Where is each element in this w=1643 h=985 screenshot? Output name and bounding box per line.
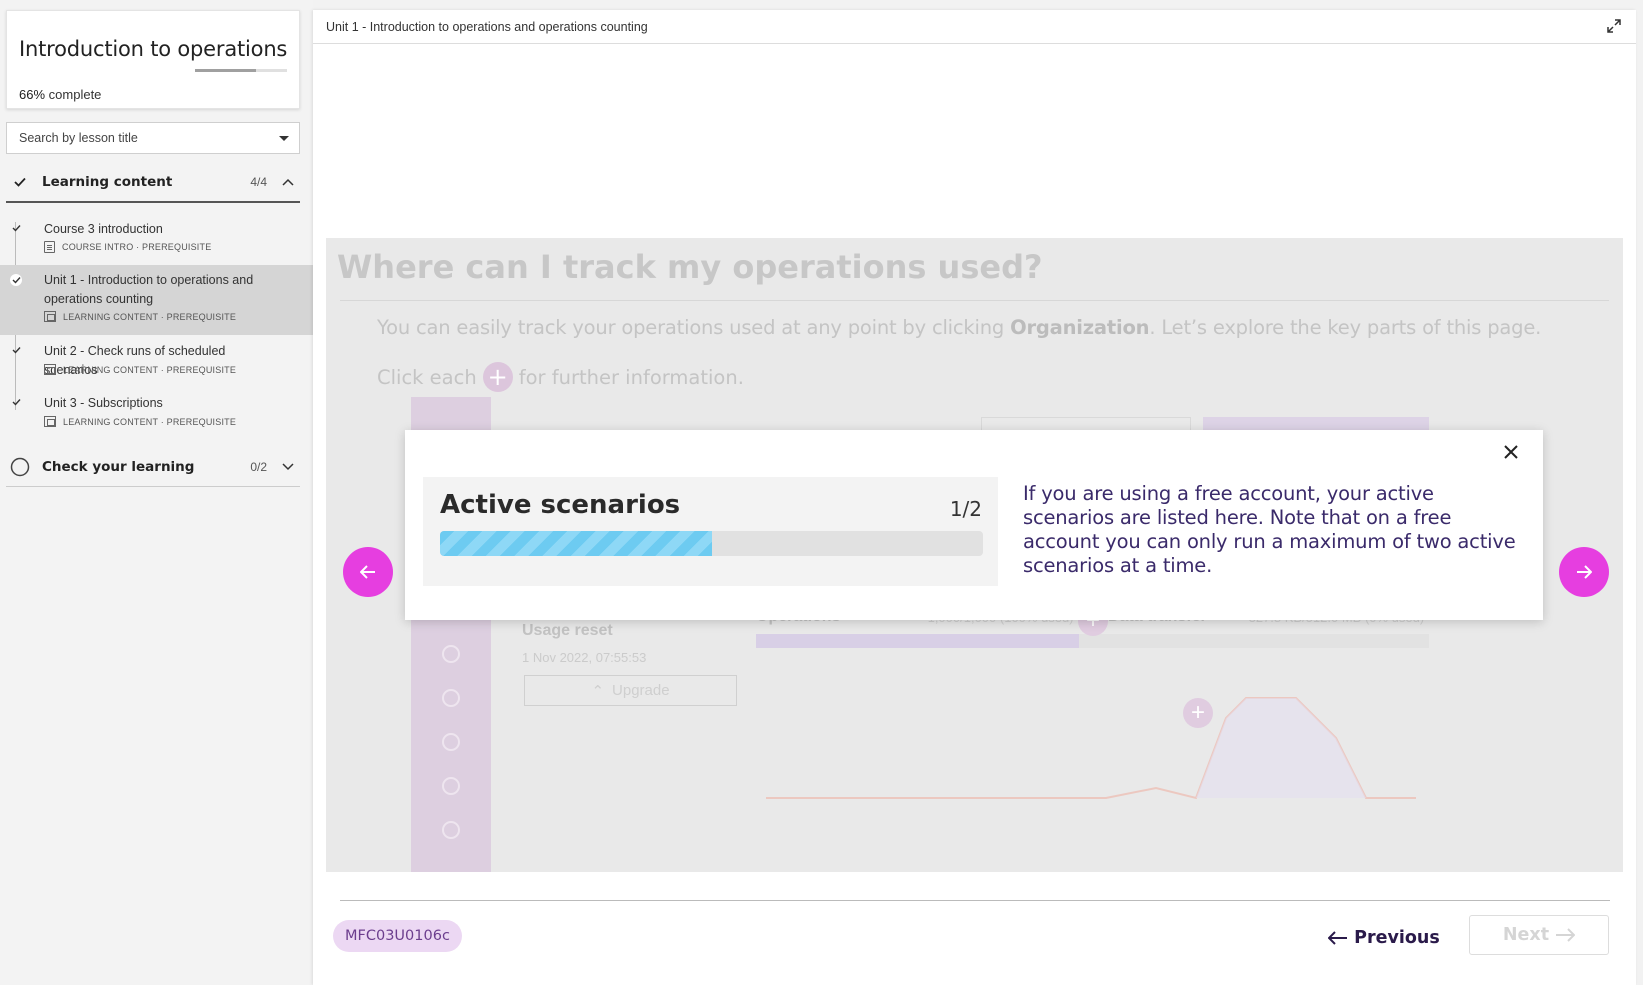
lesson-meta: COURSE INTRO · PREREQUISITE (44, 241, 211, 253)
modal-previous-button[interactable] (343, 547, 393, 597)
usage-reset-label: Usage reset (522, 622, 613, 639)
close-icon[interactable] (1499, 440, 1523, 464)
globe-icon (442, 777, 460, 795)
arrow-left-icon (360, 565, 375, 579)
upgrade-label: Upgrade (612, 682, 670, 699)
arrow-left-icon (1328, 931, 1348, 945)
lesson-item-unit-1[interactable]: Unit 1 - Introduction to operations and … (0, 265, 313, 335)
check-icon (10, 274, 22, 286)
usage-chart (766, 697, 1416, 800)
course-progress-fill (195, 69, 256, 72)
stage-click-after: for further information. (518, 365, 744, 389)
lesson-title: Unit 1 - Introduction to operations and … (44, 273, 254, 306)
caret-down-icon (279, 136, 289, 141)
next-label: Next (1502, 925, 1550, 945)
section-title: Check your learning (42, 458, 195, 475)
modal-body: If you are using a free account, your ac… (1023, 482, 1516, 577)
puzzle-icon (442, 689, 460, 707)
modal-next-button[interactable] (1559, 547, 1609, 597)
lesson-header: Unit 1 - Introduction to operations and … (313, 10, 1636, 44)
course-progress-bar (195, 69, 287, 72)
lesson-title: Course 3 introduction (44, 222, 163, 236)
hotspot-modal: Active scenarios 1/2 If you are using a … (405, 430, 1543, 620)
section-title: Learning content (42, 174, 173, 190)
figure-count: 1/2 (949, 497, 982, 521)
check-icon (10, 222, 22, 234)
link-icon (442, 733, 460, 751)
expand-icon[interactable] (1606, 18, 1622, 34)
lesson-item-course-3-introduction[interactable]: Course 3 introduction COURSE INTRO · PRE… (0, 213, 313, 263)
section-count: 4/4 (250, 175, 267, 189)
lesson-meta-text: LEARNING CONTENT · PREREQUISITE (63, 416, 237, 427)
section-check-your-learning[interactable]: Check your learning 0/2 (6, 447, 300, 487)
operations-bar-fill (756, 634, 1080, 648)
section-count: 0/2 (250, 459, 267, 474)
previous-label: Previous (1354, 928, 1440, 948)
lesson-meta: LEARNING CONTENT · PREREQUISITE (44, 416, 236, 427)
doc-icon (44, 241, 55, 253)
course-card: Introduction to operations 66% complete (6, 10, 300, 109)
stage-intro: You can easily track your operations use… (377, 316, 1541, 339)
upgrade-button: ⌃ Upgrade (524, 675, 737, 706)
chevron-up-icon (282, 176, 294, 188)
lesson-code-badge: MFC03U0106c (333, 920, 462, 952)
active-scenarios-progress-fill (440, 531, 712, 556)
lesson-item-unit-3[interactable]: Unit 3 - Subscriptions LEARNING CONTENT … (0, 387, 313, 437)
lesson-search-dropdown[interactable]: Search by lesson title (6, 122, 300, 154)
lesson-title: Unit 3 - Subscriptions (44, 396, 163, 410)
check-icon (10, 172, 30, 192)
slides-icon (44, 416, 56, 427)
operations-bar (756, 634, 1429, 648)
stage-click-before: Click each (377, 365, 477, 389)
lesson-item-unit-2[interactable]: Unit 2 - Check runs of scheduled scenari… (0, 335, 313, 385)
sidebar: Introduction to operations 66% complete … (0, 0, 313, 985)
stage-heading: Where can I track my operations used? (337, 248, 1043, 286)
stage-divider (340, 300, 1609, 301)
key-icon (442, 821, 460, 839)
lesson-meta: LEARNING CONTENT · PREREQUISITE (44, 311, 236, 322)
check-icon (10, 396, 22, 408)
stage-intro-bold: Organization (1010, 316, 1150, 339)
lesson-meta-text: LEARNING CONTENT · PREREQUISITE (63, 364, 237, 375)
section-learning-content[interactable]: Learning content 4/4 (6, 163, 300, 203)
lesson-meta-text: COURSE INTRO · PREREQUISITE (62, 242, 212, 252)
course-complete-suffix: complete (48, 87, 102, 102)
plus-icon: + (482, 362, 513, 392)
slides-icon (44, 311, 56, 322)
arrow-right-icon (1577, 565, 1592, 579)
next-button[interactable]: Next (1469, 915, 1609, 955)
check-icon (10, 344, 22, 356)
lesson-header-title: Unit 1 - Introduction to operations and … (326, 19, 648, 34)
lesson-search-placeholder: Search by lesson title (19, 131, 138, 145)
course-title: Introduction to operations (19, 37, 288, 61)
arrow-right-icon (1556, 928, 1576, 942)
empty-circle-icon (10, 457, 30, 477)
previous-button[interactable]: Previous (1326, 920, 1442, 956)
course-complete-label: 66% complete (19, 87, 101, 102)
chevron-down-icon (282, 461, 294, 473)
chevron-up-icon: ⌃ (591, 682, 605, 700)
stage-intro-before: You can easily track your operations use… (377, 316, 1011, 339)
active-scenarios-figure: Active scenarios 1/2 (423, 477, 998, 586)
figure-title: Active scenarios (440, 490, 681, 520)
slides-icon (44, 364, 56, 375)
stage-instruction: Click each + for further information. (377, 362, 744, 392)
footer-divider (340, 900, 1610, 901)
lesson-meta: LEARNING CONTENT · PREREQUISITE (44, 364, 236, 375)
stage-intro-after: . Let’s explore the key parts of this pa… (1149, 316, 1542, 339)
lesson-meta-text: LEARNING CONTENT · PREREQUISITE (63, 311, 237, 322)
share-icon (442, 645, 460, 663)
usage-reset-date: 1 Nov 2022, 07:55:53 (522, 650, 647, 665)
course-complete-percent: 66% (19, 87, 46, 102)
active-scenarios-progress (440, 531, 983, 556)
